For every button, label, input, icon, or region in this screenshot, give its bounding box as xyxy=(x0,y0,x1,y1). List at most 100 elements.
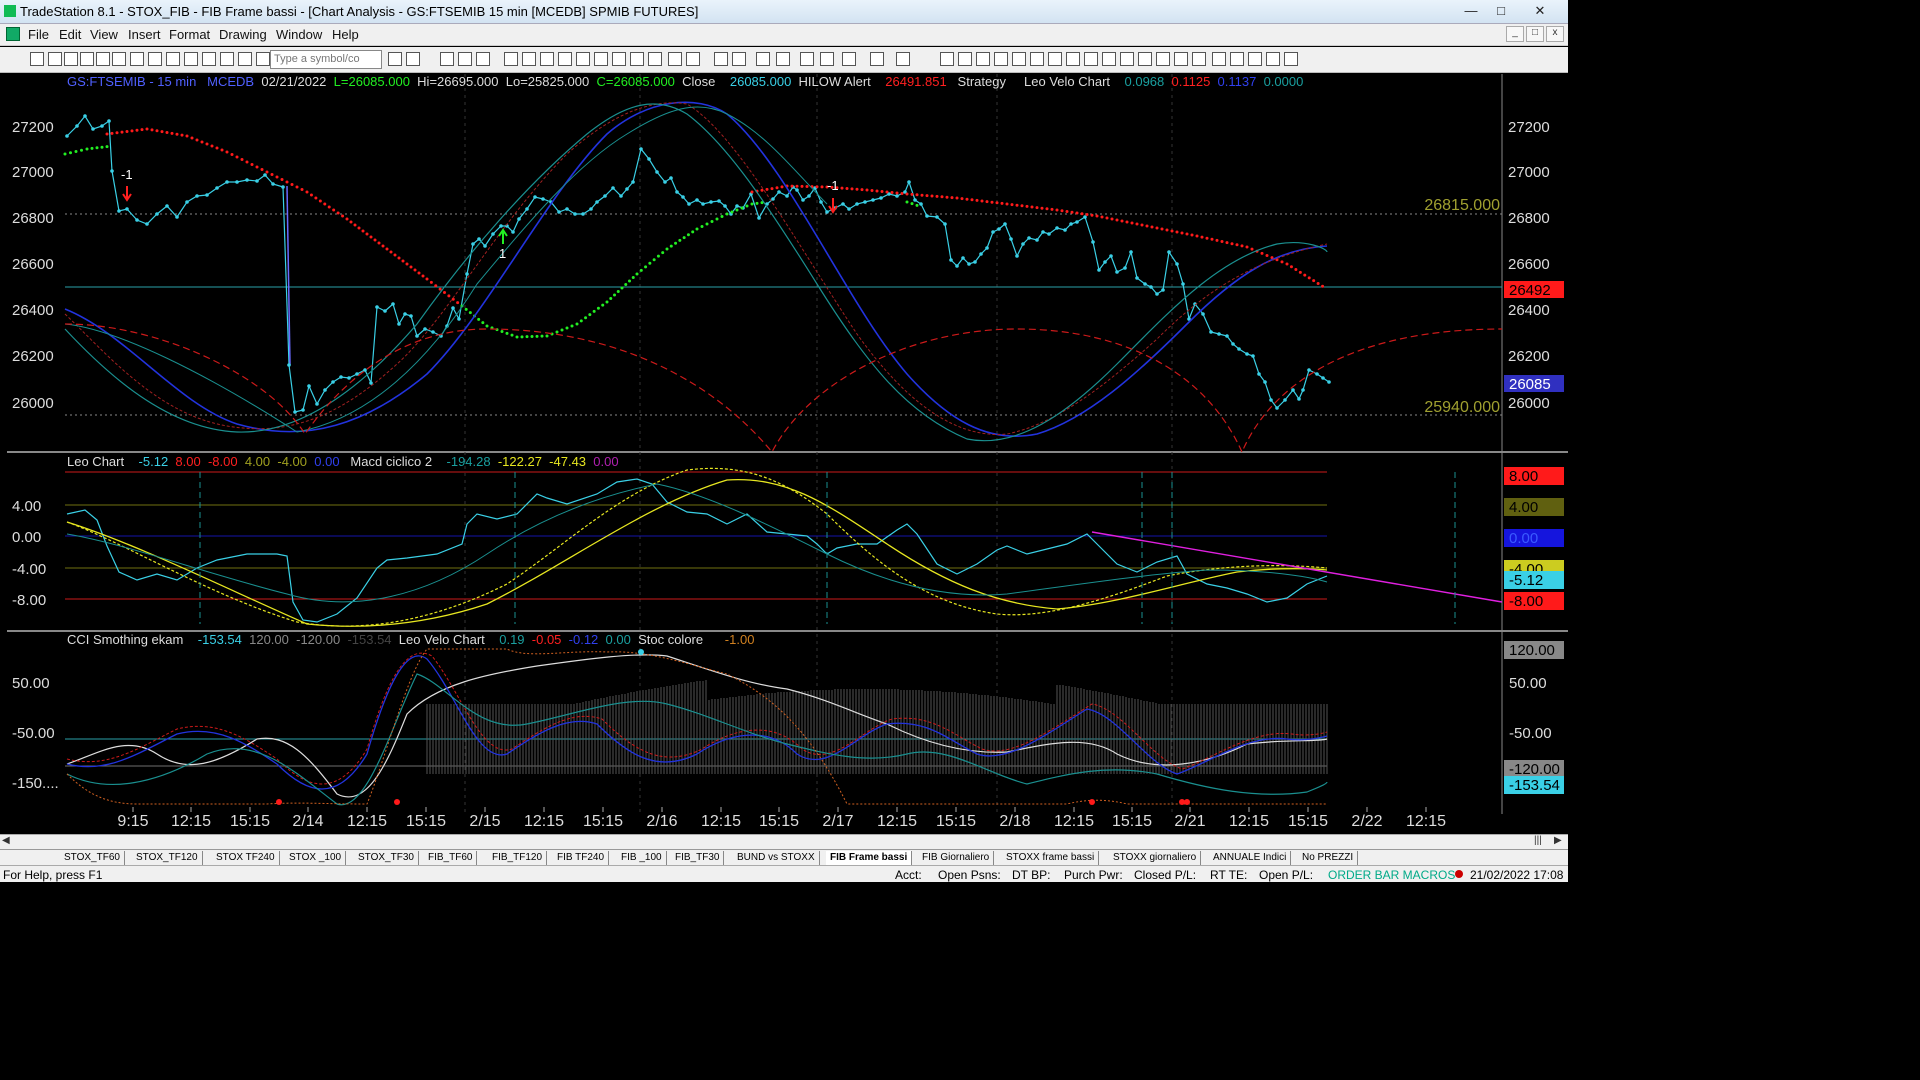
menu-file[interactable]: File xyxy=(28,27,49,42)
menu-help[interactable]: Help xyxy=(332,27,359,42)
toolbar-tool-6-icon[interactable] xyxy=(130,52,144,66)
toolbar-tool-35-icon[interactable] xyxy=(820,52,834,66)
menu-insert[interactable]: Insert xyxy=(128,27,161,42)
toolbar-tool-5-icon[interactable] xyxy=(112,52,126,66)
tab-stoxx-frame-bassi[interactable]: STOXX frame bassi xyxy=(1002,851,1100,865)
tab-stox-100[interactable]: STOX _100 xyxy=(285,851,347,865)
toolbar-tool-18-icon[interactable] xyxy=(476,52,490,66)
toolbar-tool-37-icon[interactable] xyxy=(870,52,884,66)
toolbar-tool-0-icon[interactable] xyxy=(30,52,44,66)
tab-bund-vs-stoxx[interactable]: BUND vs STOXX xyxy=(733,851,820,865)
tab-stoxx-giornaliero[interactable]: STOXX giornaliero xyxy=(1109,851,1202,865)
toolbar-tool-31-icon[interactable] xyxy=(732,52,746,66)
toolbar-tool-25-icon[interactable] xyxy=(612,52,626,66)
scroll-bars-icon[interactable]: ||| xyxy=(1534,835,1542,846)
tab-stox-tf30[interactable]: STOX_TF30 xyxy=(354,851,419,865)
toolbar-tool-54-icon[interactable] xyxy=(1212,52,1226,66)
tab-stox-tf120[interactable]: STOX_TF120 xyxy=(132,851,203,865)
tab-fib-tf30[interactable]: FIB_TF30 xyxy=(671,851,725,865)
symbol-input[interactable]: Type a symbol/co xyxy=(270,50,382,69)
toolbar-tool-52-icon[interactable] xyxy=(1174,52,1188,66)
toolbar-tool-21-icon[interactable] xyxy=(540,52,554,66)
toolbar-tool-51-icon[interactable] xyxy=(1156,52,1170,66)
tab-no-prezzi[interactable]: No PREZZI xyxy=(1298,851,1359,865)
stoc-red-dot-2 xyxy=(1089,799,1095,805)
close-button[interactable]: ✕ xyxy=(1520,1,1560,21)
toolbar-tool-47-icon[interactable] xyxy=(1084,52,1098,66)
tab-fib-giornaliero[interactable]: FIB Giornaliero xyxy=(918,851,995,865)
toolbar-tool-7-icon[interactable] xyxy=(148,52,162,66)
tab-fib-frame-bassi[interactable]: FIB Frame bassi xyxy=(826,851,913,865)
toolbar-tool-58-icon[interactable] xyxy=(1284,52,1298,66)
toolbar-tool-12-icon[interactable] xyxy=(238,52,252,66)
toolbar-tool-4-icon[interactable] xyxy=(96,52,110,66)
toolbar-tool-50-icon[interactable] xyxy=(1138,52,1152,66)
toolbar-tool-44-icon[interactable] xyxy=(1030,52,1044,66)
toolbar-tool-45-icon[interactable] xyxy=(1048,52,1062,66)
toolbar-tool-56-icon[interactable] xyxy=(1248,52,1262,66)
toolbar-tool-1-icon[interactable] xyxy=(48,52,62,66)
toolbar-tool-14-icon[interactable] xyxy=(388,52,402,66)
chart-window-icon[interactable] xyxy=(6,27,20,41)
tab-annuale-indici[interactable]: ANNUALE Indici xyxy=(1209,851,1292,865)
toolbar-tool-8-icon[interactable] xyxy=(166,52,180,66)
menu-edit[interactable]: Edit xyxy=(59,27,81,42)
tab-fib-tf60[interactable]: FIB_TF60 xyxy=(424,851,478,865)
child-restore-button[interactable]: □ xyxy=(1526,26,1544,42)
toolbar-tool-40-icon[interactable] xyxy=(958,52,972,66)
toolbar-tool-46-icon[interactable] xyxy=(1066,52,1080,66)
tab-stox-tf60[interactable]: STOX_TF60 xyxy=(60,851,125,865)
toolbar-tool-43-icon[interactable] xyxy=(1012,52,1026,66)
toolbar-tool-36-icon[interactable] xyxy=(842,52,856,66)
toolbar-tool-27-icon[interactable] xyxy=(648,52,662,66)
menu-format[interactable]: Format xyxy=(169,27,210,42)
toolbar-tool-19-icon[interactable] xyxy=(504,52,518,66)
toolbar-tool-28-icon[interactable] xyxy=(668,52,682,66)
toolbar-tool-53-icon[interactable] xyxy=(1192,52,1206,66)
toolbar-tool-33-icon[interactable] xyxy=(776,52,790,66)
menu-drawing[interactable]: Drawing xyxy=(219,27,267,42)
toolbar-tool-10-icon[interactable] xyxy=(202,52,216,66)
toolbar-tool-11-icon[interactable] xyxy=(220,52,234,66)
scroll-right-icon[interactable]: ▶ xyxy=(1554,835,1562,846)
toolbar-tool-39-icon[interactable] xyxy=(940,52,954,66)
toolbar-tool-9-icon[interactable] xyxy=(184,52,198,66)
toolbar-tool-55-icon[interactable] xyxy=(1230,52,1244,66)
toolbar-tool-24-icon[interactable] xyxy=(594,52,608,66)
tab-stox-tf240[interactable]: STOX TF240 xyxy=(212,851,280,865)
toolbar-tool-42-icon[interactable] xyxy=(994,52,1008,66)
toolbar-tool-41-icon[interactable] xyxy=(976,52,990,66)
toolbar-tool-26-icon[interactable] xyxy=(630,52,644,66)
tab-fib-100[interactable]: FIB _100 xyxy=(617,851,667,865)
status-order-bar[interactable]: ORDER BAR MACROS xyxy=(1328,868,1455,882)
toolbar-tool-34-icon[interactable] xyxy=(800,52,814,66)
toolbar-tool-16-icon[interactable] xyxy=(440,52,454,66)
toolbar-tool-3-icon[interactable] xyxy=(80,52,94,66)
menu-window[interactable]: Window xyxy=(276,27,322,42)
child-minimize-button[interactable]: _ xyxy=(1506,26,1524,42)
tab-fib-tf120[interactable]: FIB_TF120 xyxy=(488,851,548,865)
toolbar-tool-20-icon[interactable] xyxy=(522,52,536,66)
menu-view[interactable]: View xyxy=(90,27,118,42)
child-close-button[interactable]: x xyxy=(1546,26,1564,42)
toolbar-tool-22-icon[interactable] xyxy=(558,52,572,66)
red-dots-arc2-6-1 xyxy=(1010,203,1014,207)
toolbar-tool-32-icon[interactable] xyxy=(756,52,770,66)
minimize-button[interactable]: — xyxy=(1456,1,1486,21)
tab-fib-tf240[interactable]: FIB TF240 xyxy=(553,851,610,865)
chart-analysis-window[interactable]: 27200 27200 27000 27000 26800 26800 26600 26600… xyxy=(7,74,1568,834)
toolbar-tool-2-icon[interactable] xyxy=(64,52,78,66)
scroll-left-icon[interactable]: ◀ xyxy=(2,835,10,846)
toolbar-tool-57-icon[interactable] xyxy=(1266,52,1280,66)
horizontal-scrollbar[interactable]: ◀ ||| ▶ xyxy=(0,834,1568,849)
toolbar-tool-13-icon[interactable] xyxy=(256,52,270,66)
toolbar-tool-15-icon[interactable] xyxy=(406,52,420,66)
toolbar-tool-30-icon[interactable] xyxy=(714,52,728,66)
toolbar-tool-48-icon[interactable] xyxy=(1102,52,1116,66)
toolbar-tool-29-icon[interactable] xyxy=(686,52,700,66)
toolbar-tool-17-icon[interactable] xyxy=(458,52,472,66)
toolbar-tool-49-icon[interactable] xyxy=(1120,52,1134,66)
toolbar-tool-38-icon[interactable] xyxy=(896,52,910,66)
maximize-button[interactable]: □ xyxy=(1486,1,1516,21)
toolbar-tool-23-icon[interactable] xyxy=(576,52,590,66)
